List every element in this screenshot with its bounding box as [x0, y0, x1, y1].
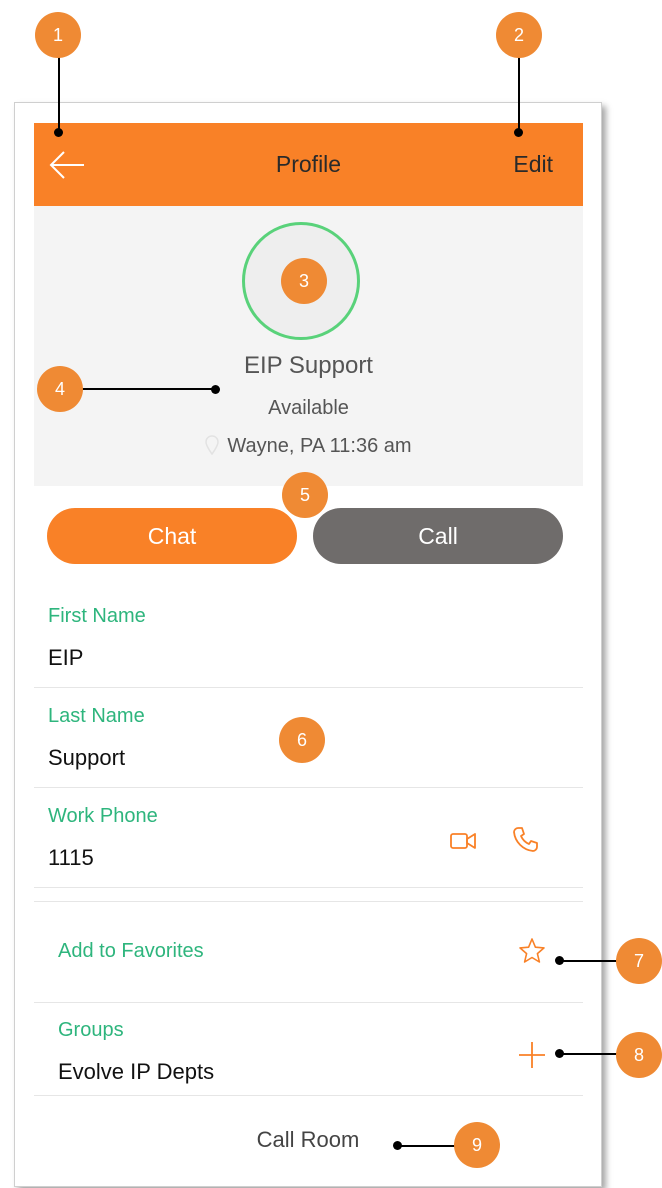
work-phone-value: 1115: [48, 845, 94, 870]
edit-button[interactable]: Edit: [513, 151, 553, 178]
first-name-value: EIP: [48, 645, 84, 670]
location-time: Wayne, PA 11:36 am: [227, 435, 412, 457]
callout-8-dot: [555, 1049, 564, 1058]
callout-5: 5: [282, 472, 328, 518]
callout-4-dot: [211, 385, 220, 394]
add-to-favorites-label[interactable]: Add to Favorites: [58, 940, 204, 963]
contact-header: EIP Support Available Wayne, PA 11:36 am: [34, 206, 583, 486]
phone-icon[interactable]: [512, 825, 540, 853]
callout-7-line: [560, 960, 622, 962]
callout-9-dot: [393, 1141, 402, 1150]
favorites-row[interactable]: Add to Favorites: [34, 901, 583, 1003]
presence-status: Available: [268, 397, 349, 419]
last-name-label: Last Name: [48, 705, 145, 727]
callout-2-dot: [514, 128, 523, 137]
callout-8: 8: [616, 1032, 662, 1078]
groups-row: Groups Evolve IP Depts: [34, 1001, 583, 1096]
first-name-label: First Name: [48, 605, 146, 627]
callout-7-dot: [555, 956, 564, 965]
callout-4: 4: [37, 366, 83, 412]
chat-button[interactable]: Chat: [47, 508, 297, 564]
app-bar: Profile Edit: [34, 123, 583, 206]
callout-6: 6: [279, 717, 325, 763]
callout-1: 1: [35, 12, 81, 58]
page-title: Profile: [275, 151, 342, 177]
work-phone-field: Work Phone 1115: [34, 787, 583, 888]
groups-value: Evolve IP Depts: [58, 1059, 215, 1084]
callout-9: 9: [454, 1122, 500, 1168]
plus-icon[interactable]: [518, 1041, 546, 1069]
callout-7: 7: [616, 938, 662, 984]
call-button[interactable]: Call: [313, 508, 563, 564]
callout-3: 3: [281, 258, 327, 304]
work-phone-label: Work Phone: [48, 805, 158, 827]
video-call-icon[interactable]: [449, 827, 477, 855]
callout-9-line: [398, 1145, 460, 1147]
callout-4-line: [82, 388, 216, 390]
callout-2: 2: [496, 12, 542, 58]
callout-2-line: [518, 51, 520, 131]
star-icon[interactable]: [518, 937, 546, 965]
callout-1-line: [58, 51, 60, 131]
call-room-button[interactable]: Call Room: [15, 1127, 601, 1153]
contact-name: EIP Support: [244, 352, 373, 379]
last-name-value: Support: [48, 745, 126, 770]
groups-label: Groups: [58, 1019, 124, 1041]
first-name-field: First Name EIP: [34, 587, 583, 688]
location-pin-icon: [205, 435, 220, 455]
callout-8-line: [560, 1053, 622, 1055]
location-row: Wayne, PA 11:36 am: [34, 435, 583, 458]
callout-1-dot: [54, 128, 63, 137]
